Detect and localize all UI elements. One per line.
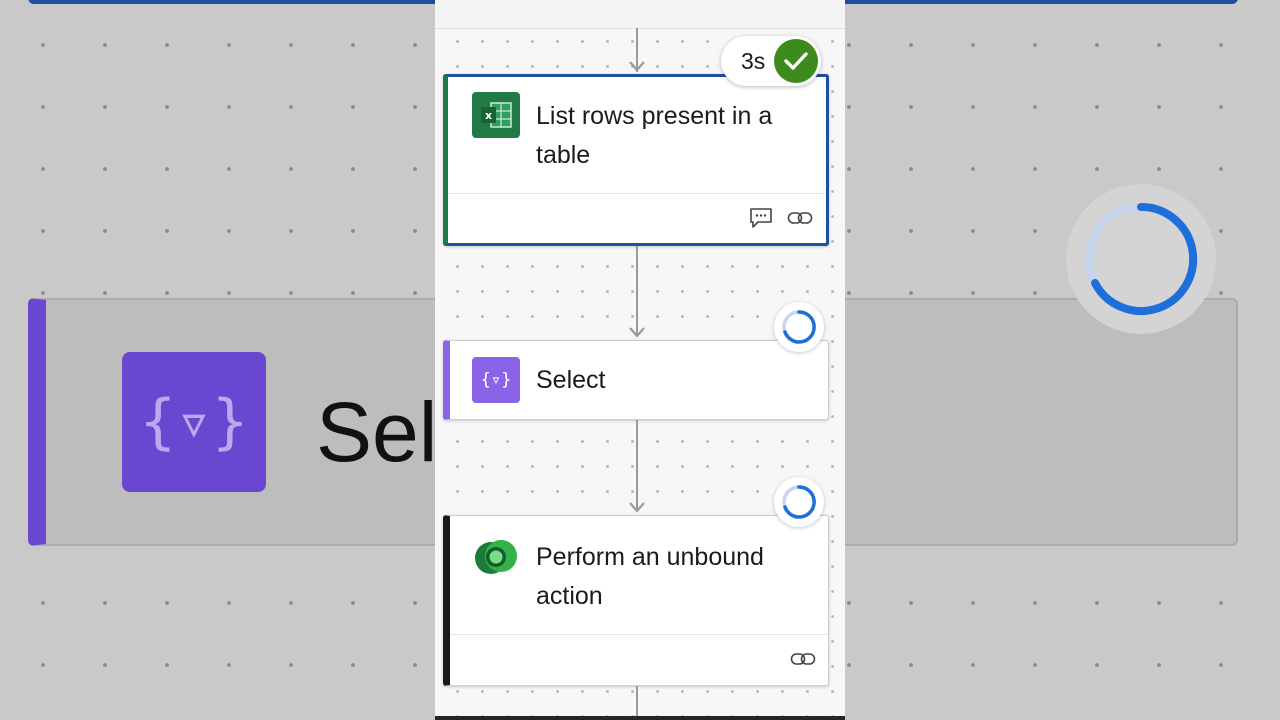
running-spinner-icon	[774, 477, 824, 527]
svg-text:x: x	[485, 109, 492, 122]
canvas-top-bar	[435, 0, 845, 29]
canvas-bottom-edge	[435, 716, 845, 720]
link-icon[interactable]	[790, 648, 816, 670]
step-title: Select	[536, 366, 606, 394]
card-divider	[448, 193, 826, 194]
step-status-badge[interactable]: 3s	[721, 36, 821, 86]
arrow-down-icon	[629, 61, 645, 72]
run-duration: 3s	[741, 48, 766, 74]
background-data-operation-icon: {▿}	[122, 352, 266, 492]
success-check-icon	[774, 39, 818, 83]
data-operation-icon: {▿}	[472, 357, 520, 403]
arrow-down-icon	[629, 502, 645, 513]
flow-connector	[636, 686, 638, 716]
link-icon[interactable]	[787, 207, 813, 229]
card-divider	[450, 634, 828, 635]
excel-icon: x	[472, 92, 520, 138]
running-spinner-icon	[774, 302, 824, 352]
step-card-select[interactable]: {▿} Select	[443, 340, 829, 420]
step-title: Perform an unbound action	[536, 543, 764, 610]
step-card-unbound-action[interactable]: Perform an unbound action	[443, 515, 829, 686]
step-card-list-rows[interactable]: x List rows present in a table	[443, 74, 829, 246]
flow-canvas[interactable]: x List rows present in a table 3s {▿} Se…	[435, 0, 845, 716]
step-title: List rows present in a table	[536, 102, 773, 169]
background-spinner-icon	[1066, 184, 1216, 334]
arrow-down-icon	[629, 327, 645, 338]
dataverse-icon	[472, 534, 520, 580]
comment-icon[interactable]	[748, 207, 774, 229]
